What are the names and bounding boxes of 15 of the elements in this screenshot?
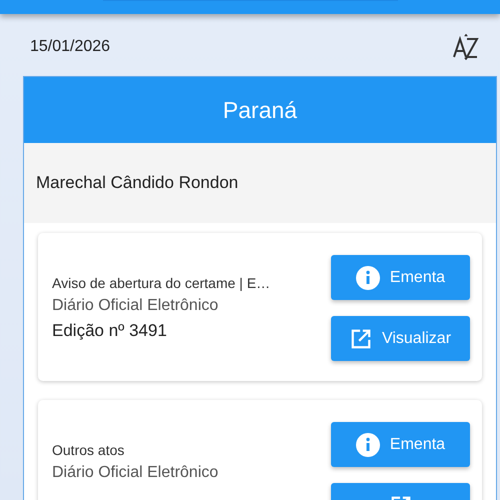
info-icon	[356, 266, 380, 290]
info-icon	[356, 432, 380, 456]
publication-source: Diário Oficial Eletrônico	[52, 464, 220, 482]
summary-button[interactable]: Ementa	[331, 422, 470, 467]
state-header: Paraná	[24, 77, 496, 143]
city-header: Marechal Cândido Rondon	[24, 143, 496, 223]
sort-alphabetical-icon[interactable]	[452, 33, 480, 61]
publication-source: Diário Oficial Eletrônico	[52, 297, 220, 315]
external-link-icon	[350, 328, 372, 350]
view-button[interactable]: Visualizar	[331, 316, 470, 361]
date-label: 15/01/2026	[30, 38, 110, 56]
edition-number: Edição nº 3491	[52, 321, 168, 341]
publication-title: Aviso de abertura do certame | E…	[52, 275, 272, 291]
publication-title: Outros atos	[52, 442, 126, 458]
summary-button[interactable]: Ementa	[331, 255, 470, 300]
